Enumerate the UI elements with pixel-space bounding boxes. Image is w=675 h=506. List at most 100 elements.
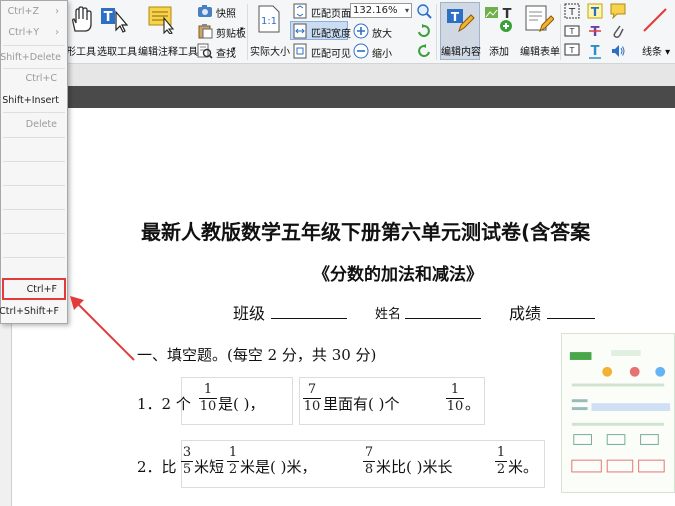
edit-content-label[interactable]: 编辑内容 xyxy=(441,43,481,58)
document-tab-bar xyxy=(0,86,675,108)
attachment-icon[interactable] xyxy=(610,23,626,39)
menu-separator xyxy=(3,45,65,46)
annotation-tool-label[interactable]: 编辑注释工具 xyxy=(138,43,198,58)
add-label[interactable]: 添加 xyxy=(489,43,509,58)
fit-width-icon[interactable] xyxy=(292,23,308,39)
hand-icon[interactable] xyxy=(66,4,96,34)
magnifier-icon[interactable] xyxy=(416,3,432,19)
q1-f1-denominator: 10 xyxy=(199,399,217,414)
zoom-level-input[interactable]: 132.16% ▾ xyxy=(350,3,412,18)
find-icon[interactable] xyxy=(197,43,213,59)
note-icon[interactable] xyxy=(610,3,626,19)
menu-item-undo: Ctrl+Z xyxy=(7,6,39,17)
menu-item-redo: Ctrl+Y xyxy=(8,27,39,38)
select-text-icon[interactable]: T xyxy=(99,4,129,34)
clipboard-dropdown-icon[interactable]: ▾ xyxy=(240,25,244,33)
callout-icon[interactable]: T xyxy=(564,43,580,59)
q2-text-4: 米。 xyxy=(508,458,539,476)
strikeout-icon[interactable]: T xyxy=(587,23,603,39)
section-heading-fill-blanks: 一、填空题。(每空 2 分，共 30 分) xyxy=(137,346,377,364)
class-label: 班级 xyxy=(233,304,266,323)
svg-text:T: T xyxy=(591,44,600,59)
menu-item-copy: Ctrl+C xyxy=(25,73,58,84)
q2-fraction-1: 35 xyxy=(181,446,193,477)
q2-f1-numerator: 3 xyxy=(182,445,192,460)
zoom-out-label[interactable]: 缩小 xyxy=(372,45,392,60)
svg-text:T: T xyxy=(503,7,512,22)
fit-page-label[interactable]: 匹配页面 xyxy=(311,5,351,20)
svg-text:T: T xyxy=(104,10,113,25)
typewriter-icon[interactable]: T xyxy=(587,3,603,19)
q1-fraction-2: 7 10 xyxy=(303,383,321,414)
menu-separator xyxy=(3,209,65,210)
camera-icon[interactable] xyxy=(197,3,213,19)
rotate-left-icon[interactable] xyxy=(416,43,432,59)
add-icon[interactable]: T xyxy=(484,4,514,34)
text-field-icon[interactable]: T xyxy=(564,23,580,39)
q1-fraction-3: 1 10 xyxy=(446,383,464,414)
svg-text:T: T xyxy=(591,5,600,19)
q2-f2-denominator: 2 xyxy=(228,462,238,477)
rotate-right-icon[interactable] xyxy=(416,23,432,39)
annotation-edit-icon[interactable] xyxy=(146,4,176,34)
q2-f3-denominator: 8 xyxy=(364,462,374,477)
menu-separator xyxy=(3,257,65,258)
zoom-in-icon[interactable] xyxy=(353,23,369,39)
ribbon-separator xyxy=(436,4,437,60)
menu-item-find[interactable]: Ctrl+F xyxy=(27,284,57,295)
hand-tool-label[interactable]: 形工具 xyxy=(66,43,96,58)
edit-form-icon[interactable] xyxy=(524,4,554,34)
actual-size-label[interactable]: 实际大小 xyxy=(250,43,290,58)
menu-separator xyxy=(3,185,65,186)
zoom-dropdown-icon[interactable]: ▾ xyxy=(405,4,409,17)
clipboard-icon[interactable] xyxy=(197,23,213,39)
menu-separator xyxy=(3,233,65,234)
svg-text:T: T xyxy=(569,27,575,36)
worksheet-thumbnail-image xyxy=(561,333,675,493)
annotation-arrow xyxy=(70,296,135,361)
menu-item-advanced-search[interactable]: Ctrl+Shift+F xyxy=(0,306,59,317)
q1-f2-denominator: 10 xyxy=(303,399,321,414)
q2-fraction-3: 78 xyxy=(363,446,375,477)
class-blank xyxy=(271,318,347,319)
fit-width-label[interactable]: 匹配宽度 xyxy=(311,25,351,40)
document-subtitle: 《分数的加法和减法》 xyxy=(313,265,483,285)
zoom-out-icon[interactable] xyxy=(353,43,369,59)
q2-f4-numerator: 1 xyxy=(496,445,506,460)
menu-separator xyxy=(3,68,65,69)
q2-text-3: 米比( )米长 xyxy=(376,458,453,476)
q1-text-2: 里面有( )个 xyxy=(323,395,400,413)
lines-label[interactable]: 线条 ▾ xyxy=(642,43,670,58)
q1-fraction-1: 1 10 xyxy=(199,383,217,414)
snapshot-label[interactable]: 快照 xyxy=(216,5,236,20)
text-box-icon[interactable]: T xyxy=(564,3,580,19)
menu-separator xyxy=(3,137,65,138)
svg-text:T: T xyxy=(569,46,575,55)
edit-content-icon[interactable]: T xyxy=(445,5,475,35)
ribbon-toolbar: 形工具 T 选取工具 编辑注释工具 快照 剪贴板 ▾ 查找 ▾ 1:1 实际大小 xyxy=(0,0,675,64)
sound-icon[interactable] xyxy=(610,43,626,59)
menu-item-cut: Shift+Delete xyxy=(0,52,61,63)
q1-text-1: 是( )， xyxy=(218,395,265,413)
zoom-in-label[interactable]: 放大 xyxy=(372,25,392,40)
edit-form-label[interactable]: 编辑表单 xyxy=(520,43,560,58)
actual-size-icon[interactable]: 1:1 xyxy=(254,4,284,34)
menu-separator xyxy=(3,161,65,162)
q1-text-3: 。 xyxy=(465,395,481,413)
submenu-arrow-icon: › xyxy=(55,6,59,17)
q2-f1-denominator: 5 xyxy=(182,462,192,477)
menu-item-paste[interactable]: Shift+Insert xyxy=(2,95,59,106)
fit-page-icon[interactable] xyxy=(292,3,308,19)
q2-text-1: 米短 xyxy=(194,458,225,476)
fit-visible-icon[interactable] xyxy=(292,43,308,59)
q1-f1-numerator: 1 xyxy=(203,382,213,397)
fit-visible-label[interactable]: 匹配可见 xyxy=(311,45,351,60)
select-tool-label[interactable]: 选取工具 xyxy=(97,43,137,58)
q1-number: 1．2 个 xyxy=(137,395,191,413)
q2-fraction-2: 12 xyxy=(227,446,239,477)
find-dropdown-icon[interactable]: ▾ xyxy=(232,45,236,53)
underline-text-icon[interactable]: T xyxy=(587,43,603,59)
ribbon-separator xyxy=(247,4,248,60)
q2-fraction-4: 12 xyxy=(495,446,507,477)
line-tool-icon[interactable] xyxy=(640,5,670,35)
